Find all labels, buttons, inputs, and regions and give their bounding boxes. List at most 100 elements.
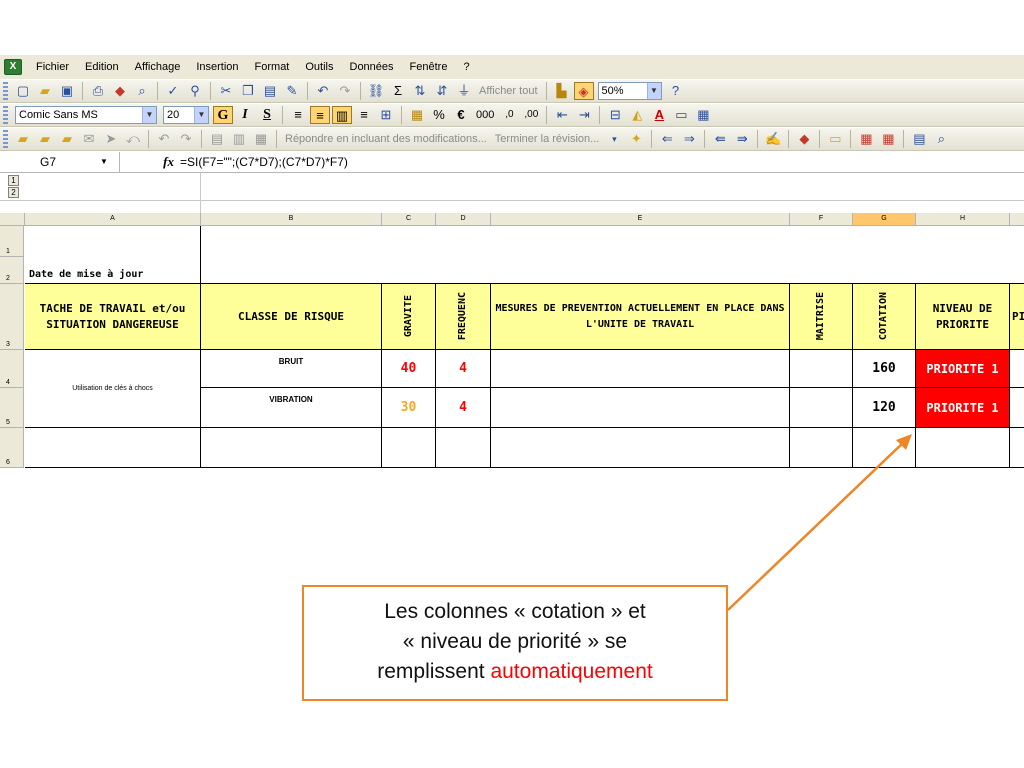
merge-center-icon[interactable]: ⊞	[376, 106, 396, 124]
reply-icon[interactable]: ⤺	[123, 130, 143, 148]
cell-c6[interactable]	[382, 428, 436, 468]
excel-app-icon[interactable]: X	[4, 59, 22, 75]
track-icon[interactable]: ▤	[207, 130, 227, 148]
align-left-icon[interactable]: ≡	[288, 106, 308, 124]
align-right-icon[interactable]: ≡	[354, 106, 374, 124]
sort-descending-icon[interactable]: ⇵	[432, 82, 452, 100]
protect-icon[interactable]: ▦	[251, 130, 271, 148]
justify-icon[interactable]: ▥	[332, 106, 352, 124]
cell-task[interactable]: Utilisation de clés à chocs	[25, 350, 201, 428]
border-style-icon[interactable]: ▭	[671, 106, 691, 124]
percent-button[interactable]: %	[429, 106, 449, 124]
print-preview-icon[interactable]: ⌕	[132, 82, 152, 100]
zoom-icon[interactable]: ⌕	[931, 130, 951, 148]
column-header-h[interactable]: H	[916, 213, 1010, 226]
ink-icon[interactable]: ✍	[763, 130, 783, 148]
insert-function-icon[interactable]: fx	[120, 154, 180, 170]
thousands-button[interactable]: 000	[476, 109, 494, 121]
cell-next-row4[interactable]	[1010, 350, 1024, 388]
menu-edition[interactable]: Edition	[77, 61, 127, 73]
header-risk[interactable]: CLASSE DE RISQUE	[201, 284, 382, 350]
cell-b6[interactable]	[201, 428, 382, 468]
toolbar-grip[interactable]	[3, 106, 8, 124]
cell-d6[interactable]	[436, 428, 491, 468]
header-task[interactable]: TACHE DE TRAVAIL et/ou SITUATION DANGERE…	[25, 284, 201, 350]
column-header-g[interactable]: G	[853, 213, 916, 226]
menu-help[interactable]: ?	[455, 61, 477, 73]
cell-cotation-row5[interactable]: 120	[853, 388, 916, 428]
table-icon[interactable]: ▦	[693, 106, 713, 124]
chevron-down-icon[interactable]: ▼	[100, 152, 108, 172]
bold-button[interactable]: G	[213, 106, 233, 124]
fill-color-icon[interactable]: ◭	[627, 106, 647, 124]
cell-risk-row5[interactable]: VIBRATION	[201, 388, 382, 428]
header-mesures[interactable]: MESURES DE PREVENTION ACTUELLEMENT EN PL…	[491, 284, 790, 350]
help-icon[interactable]: ?	[666, 82, 686, 100]
borders-icon[interactable]: ⊟	[605, 106, 625, 124]
cell-priorite-row5[interactable]: PRIORITE 1	[916, 388, 1010, 428]
name-box[interactable]: G7 ▼	[0, 151, 120, 172]
row-header-1[interactable]: 1	[0, 226, 24, 257]
show-comments-icon[interactable]: ✦	[626, 130, 646, 148]
font-name-select[interactable]: Comic Sans MS ▼	[15, 106, 157, 124]
menu-affichage[interactable]: Affichage	[127, 61, 189, 73]
toolbar-grip[interactable]	[3, 82, 8, 100]
copy-icon[interactable]: ❐	[238, 82, 258, 100]
cell-priorite-row4[interactable]: PRIORITE 1	[916, 350, 1010, 388]
currency-icon[interactable]: ▦	[407, 106, 427, 124]
formula-input[interactable]: =SI(F7="";(C7*D7);(C7*D7)*F7)	[180, 155, 348, 169]
permission-icon[interactable]: ◆	[110, 82, 130, 100]
row-header-5[interactable]: 5	[0, 388, 24, 428]
chart-wizard-icon[interactable]: ▙	[552, 82, 572, 100]
cell-i6[interactable]	[1010, 428, 1024, 468]
italic-button[interactable]: I	[235, 106, 255, 124]
header-cotation[interactable]: COTATION	[853, 284, 916, 350]
column-header-f[interactable]: F	[790, 213, 853, 226]
undo-icon[interactable]: ↶	[313, 82, 333, 100]
menu-fenetre[interactable]: Fenêtre	[402, 61, 456, 73]
research-icon[interactable]: ⚲	[185, 82, 205, 100]
print-icon[interactable]: ⎙	[88, 82, 108, 100]
next-change-icon[interactable]: ⇒	[679, 130, 699, 148]
drawing-icon[interactable]: ◈	[573, 82, 594, 100]
filter-icon[interactable]: ⏚	[454, 82, 474, 100]
column-header-b[interactable]: B	[201, 213, 382, 226]
decrease-decimal-icon[interactable]: ,00	[521, 106, 541, 124]
highlight-changes-icon[interactable]: ▦	[878, 130, 898, 148]
hyperlink-icon[interactable]: ⛓	[366, 82, 386, 100]
cell-f6[interactable]	[790, 428, 853, 468]
cell-maitrise-row4[interactable]	[790, 350, 853, 388]
outline-level-2-button[interactable]: 2	[8, 187, 19, 198]
euro-button[interactable]: €	[451, 106, 471, 124]
increase-indent-icon[interactable]: ⇥	[574, 106, 594, 124]
cell-mesures-row5[interactable]	[491, 388, 790, 428]
new-document-icon[interactable]: ▢	[13, 82, 33, 100]
cell-risk-row4[interactable]: BRUIT	[201, 350, 382, 388]
review-pane-icon[interactable]: ▤	[909, 130, 929, 148]
cell-gravite-row5[interactable]: 30	[382, 388, 436, 428]
align-center-icon[interactable]: ≡	[310, 106, 330, 124]
column-header-e[interactable]: E	[491, 213, 790, 226]
cell-mesures-row4[interactable]	[491, 350, 790, 388]
outline-level-1-button[interactable]: 1	[8, 175, 19, 186]
row-header-4[interactable]: 4	[0, 350, 24, 388]
autosum-icon[interactable]: Σ	[388, 82, 408, 100]
menu-donnees[interactable]: Données	[342, 61, 402, 73]
mail-icon[interactable]: ✉	[79, 130, 99, 148]
cell-frequence-row4[interactable]: 4	[436, 350, 491, 388]
previous-change-icon[interactable]: ⇐	[657, 130, 677, 148]
select-all-corner[interactable]	[0, 213, 25, 226]
menu-outils[interactable]: Outils	[297, 61, 341, 73]
cut-icon[interactable]: ✂	[216, 82, 236, 100]
diamond-icon[interactable]: ◆	[794, 130, 814, 148]
column-header-a[interactable]: A	[25, 213, 201, 226]
menu-format[interactable]: Format	[247, 61, 298, 73]
save-icon[interactable]: ▣	[57, 82, 77, 100]
header-gravite[interactable]: GRAVITE	[382, 284, 436, 350]
reply-with-changes-button[interactable]: Répondre en incluant des modifications..…	[285, 133, 487, 145]
menu-insertion[interactable]: Insertion	[188, 61, 246, 73]
header-frequence[interactable]: FREQUENC	[436, 284, 491, 350]
cell-next-row5[interactable]	[1010, 388, 1024, 428]
spelling-icon[interactable]: ✓	[163, 82, 183, 100]
header-niveau[interactable]: NIVEAU DE PRIORITE	[916, 284, 1010, 350]
